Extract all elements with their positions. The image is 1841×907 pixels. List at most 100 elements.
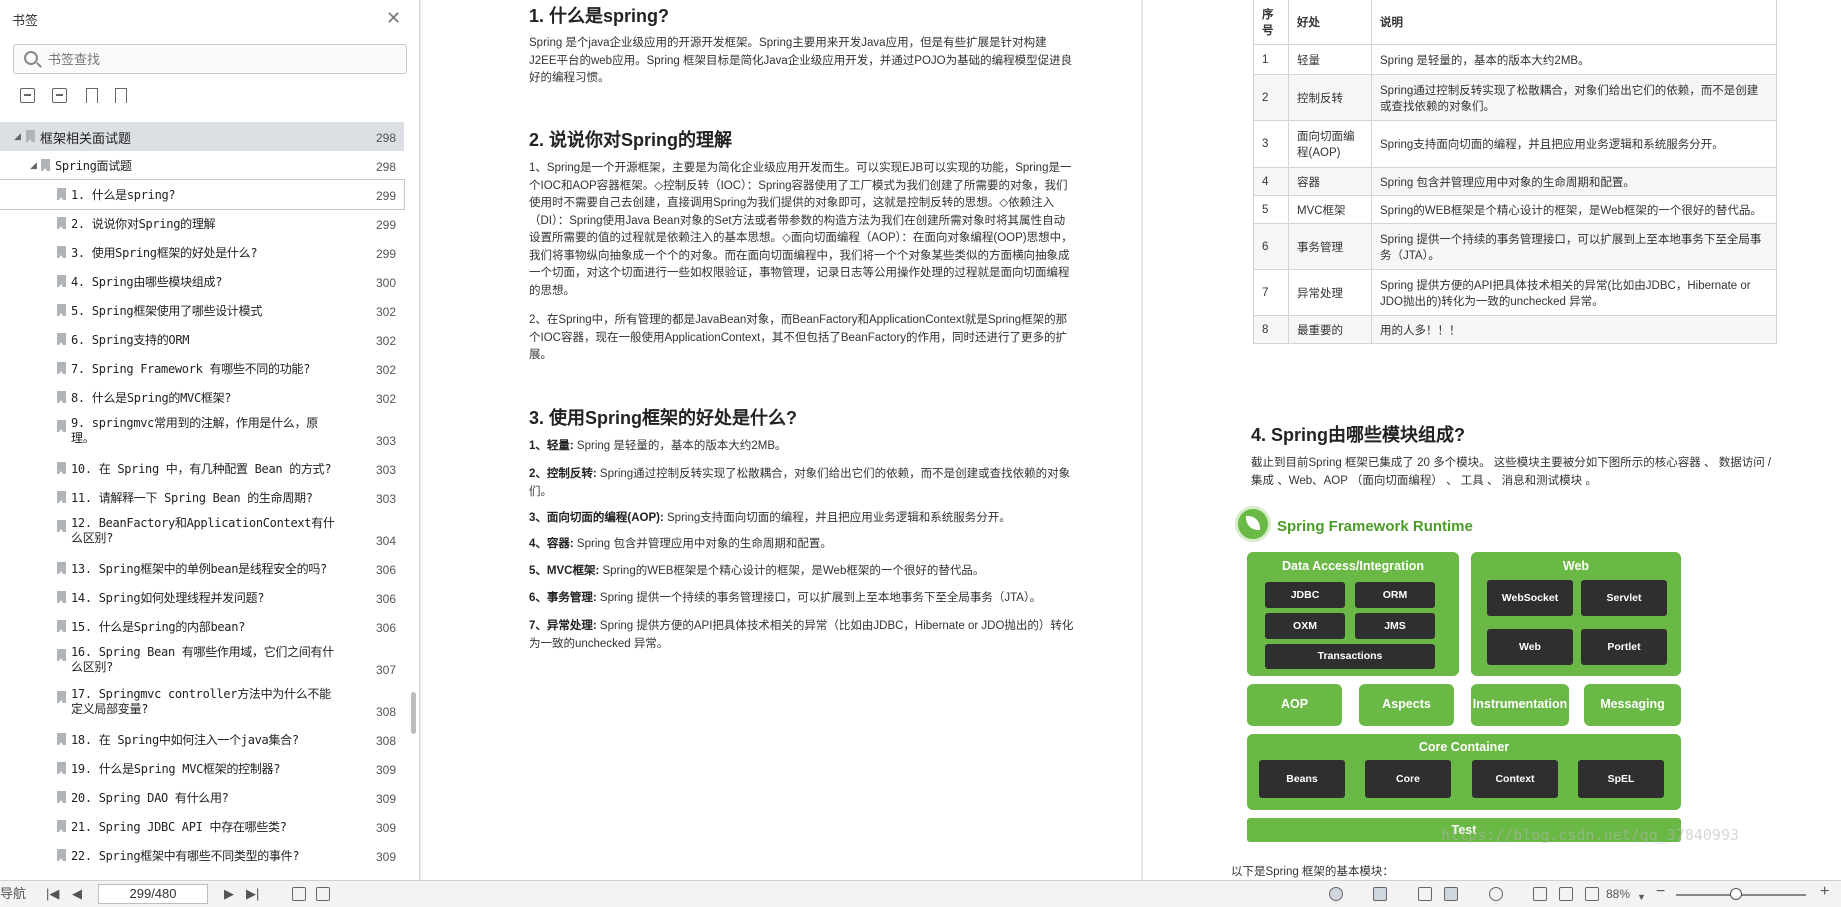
- bookmark-label: 4. Spring由哪些模块组成?: [71, 275, 223, 289]
- box-title: AOP: [1280, 697, 1309, 711]
- item-value: Spring 是轻量的，基本的版本大约2MB。: [573, 440, 787, 452]
- table-header: 序号: [1253, 0, 1289, 45]
- bookmark-item-15[interactable]: 15. 什么是Spring的内部bean? 306: [0, 612, 404, 641]
- bookmarks-panel: 书签 ✕ ◢ 框架相关面试题 298 ◢ Spring面试题 298: [0, 0, 420, 880]
- bookmark-item-4[interactable]: 4. Spring由哪些模块组成? 300: [0, 267, 404, 296]
- section-3-item-4: 4、容器: Spring 包含并管理应用中对象的生命周期和配置。: [529, 536, 1074, 554]
- table-row: 5 MVC框架 Spring的WEB框架是个精心设计的框架，是Web框架的一个很…: [1253, 195, 1777, 224]
- chevron-down-icon[interactable]: ▼: [1637, 889, 1646, 905]
- zoom-level[interactable]: 88%: [1606, 886, 1630, 902]
- module-web: Web: [1487, 629, 1573, 665]
- bookmark-item-11[interactable]: 11. 请解释一下 Spring Bean 的生命周期? 303: [0, 483, 404, 512]
- bookmark-icon: [57, 691, 66, 703]
- bookmark-icon: [57, 649, 66, 661]
- bookmark-search-box[interactable]: [13, 44, 407, 74]
- expand-arrow-icon[interactable]: ◢: [14, 131, 21, 142]
- aop-box: AOP: [1247, 684, 1342, 726]
- table-row: 7 异常处理 Spring 提供方便的API把具体技术相关的异常(比如由JDBC…: [1253, 269, 1777, 316]
- close-icon[interactable]: ✕: [386, 8, 401, 28]
- bookmark-page: 306: [375, 621, 396, 635]
- bookmark-item-8[interactable]: 8. 什么是Spring的MVC框架? 302: [0, 383, 404, 412]
- expand-arrow-icon[interactable]: ◢: [30, 160, 37, 171]
- document-view[interactable]: 1. 什么是spring? Spring 是个java企业级应用的开源开发框架。…: [421, 0, 1841, 880]
- table-header: 好处: [1288, 0, 1372, 45]
- bookmark-item-16[interactable]: 16. Spring Bean 有哪些作用域，它们之间有什么区别? 307: [0, 641, 404, 683]
- first-page-icon[interactable]: |◀: [46, 886, 59, 902]
- spring-leaf-icon: [1235, 506, 1271, 542]
- actual-size-icon[interactable]: [1533, 887, 1547, 901]
- bookmark-item-14[interactable]: 14. Spring如何处理线程并发问题? 306: [0, 583, 404, 612]
- bookmark-item-17[interactable]: 17. Springmvc controller方法中为什么不能定义局部变量? …: [0, 683, 404, 725]
- bookmark-item-9[interactable]: 9. springmvc常用到的注解，作用是什么，原理。 303: [0, 412, 404, 454]
- next-page-icon[interactable]: ▶: [224, 886, 234, 902]
- bookmark-icon: [57, 188, 66, 200]
- back-view-icon[interactable]: [292, 887, 306, 901]
- web-box: Web WebSocket Servlet Web Portlet: [1471, 552, 1681, 676]
- two-page-icon[interactable]: [1444, 887, 1458, 901]
- table-cell: 面向切面编程(AOP): [1288, 120, 1372, 168]
- table-cell: 2: [1253, 74, 1289, 121]
- single-page-icon[interactable]: [1418, 887, 1432, 901]
- bookmark-item-6[interactable]: 6. Spring支持的ORM 302: [0, 325, 404, 354]
- zoom-slider-handle[interactable]: [1730, 888, 1742, 900]
- bookmark-item-7[interactable]: 7. Spring Framework 有哪些不同的功能? 302: [0, 354, 404, 383]
- watermark-text: https://blog.csdn.net/qq_37840993: [1441, 826, 1740, 844]
- add-bookmark-icon[interactable]: [85, 88, 98, 103]
- bookmark-item-20[interactable]: 20. Spring DAO 有什么用? 309: [0, 783, 404, 812]
- bookmark-icon: [57, 362, 66, 374]
- table-cell: 控制反转: [1288, 74, 1372, 121]
- table-cell: Spring通过控制反转实现了松散耦合，对象们给出它们的依赖，而不是创建或查找依…: [1371, 74, 1777, 121]
- bookmark-icon[interactable]: [114, 88, 128, 103]
- section-title-3: 3. 使用Spring框架的好处是什么?: [529, 408, 798, 428]
- play-icon[interactable]: [1489, 887, 1503, 901]
- messaging-box: Messaging: [1584, 684, 1681, 726]
- bookmark-item-framework[interactable]: ◢ 框架相关面试题 298: [0, 122, 404, 151]
- module-spel: SpEL: [1578, 760, 1664, 798]
- bookmark-item-22[interactable]: 22. Spring框架中有哪些不同类型的事件? 309: [0, 841, 404, 870]
- bookmark-label: 2. 说说你对Spring的理解: [71, 217, 216, 231]
- table-row: 3 面向切面编程(AOP) Spring支持面向切面的编程，并且把应用业务逻辑和…: [1253, 120, 1777, 168]
- spring-runtime-diagram: Spring Framework Runtime Data Access/Int…: [1229, 498, 1709, 848]
- page-number-input[interactable]: 299/480: [98, 884, 208, 904]
- eye-icon[interactable]: [1329, 887, 1343, 901]
- bookmark-label: 18. 在 Spring中如何注入一个java集合?: [71, 733, 299, 747]
- bookmark-item-18[interactable]: 18. 在 Spring中如何注入一个java集合? 308: [0, 725, 404, 754]
- bookmark-item-12[interactable]: 12. BeanFactory和ApplicationContext有什么区别?…: [0, 512, 404, 554]
- sidebar-scrollbar[interactable]: [411, 692, 416, 734]
- bookmark-item-3[interactable]: 3. 使用Spring框架的好处是什么? 299: [0, 238, 404, 267]
- bookmark-item-13[interactable]: 13. Spring框架中的单例bean是线程安全的吗? 306: [0, 554, 404, 583]
- section-4-note: 以下是Spring 框架的基本模块：: [1231, 866, 1394, 878]
- zoom-in-icon[interactable]: +: [1820, 884, 1829, 900]
- table-row: 8 最重要的 用的人多！！！: [1253, 315, 1777, 344]
- bookmark-item-1[interactable]: 1. 什么是spring? 299: [0, 179, 405, 210]
- item-key: 6、事务管理:: [529, 592, 597, 604]
- bookmark-search-input[interactable]: [48, 50, 388, 68]
- bookmark-item-10[interactable]: 10. 在 Spring 中，有几种配置 Bean 的方式? 303: [0, 454, 404, 483]
- bookmark-item-spring[interactable]: ◢ Spring面试题 298: [0, 151, 404, 180]
- module-core: Core: [1365, 760, 1451, 798]
- fit-width-icon[interactable]: [1585, 887, 1599, 901]
- bookmark-icon: [57, 246, 66, 258]
- table-cell: Spring的WEB框架是个精心设计的框架，是Web框架的一个很好的替代品。: [1371, 195, 1777, 224]
- expand-all-icon[interactable]: [20, 88, 35, 103]
- prev-page-icon[interactable]: ◀: [72, 886, 82, 902]
- bookmark-icon: [57, 791, 66, 803]
- module-websocket: WebSocket: [1487, 580, 1573, 616]
- bookmark-item-21[interactable]: 21. Spring JDBC API 中存在哪些类? 309: [0, 812, 404, 841]
- last-page-icon[interactable]: ▶|: [246, 886, 259, 902]
- collapse-all-icon[interactable]: [52, 88, 68, 103]
- bookmark-page: 306: [375, 592, 396, 606]
- item-key: 7、异常处理:: [529, 620, 597, 632]
- zoom-out-icon[interactable]: −: [1656, 884, 1665, 900]
- bookmarks-title: 书签: [12, 13, 39, 28]
- table-cell: 容器: [1288, 167, 1372, 196]
- module-portlet: Portlet: [1581, 629, 1667, 665]
- bookmark-item-5[interactable]: 5. Spring框架使用了哪些设计模式 302: [0, 296, 404, 325]
- bookmark-item-19[interactable]: 19. 什么是Spring MVC框架的控制器? 309: [0, 754, 404, 783]
- bookmark-page: 309: [375, 763, 396, 777]
- bookmark-item-2[interactable]: 2. 说说你对Spring的理解 299: [0, 209, 404, 238]
- continuous-scroll-icon[interactable]: [1373, 887, 1387, 901]
- bookmark-label: 9. springmvc常用到的注解，作用是什么，原理。: [71, 416, 318, 445]
- fit-page-icon[interactable]: [1559, 887, 1573, 901]
- forward-view-icon[interactable]: [316, 887, 330, 901]
